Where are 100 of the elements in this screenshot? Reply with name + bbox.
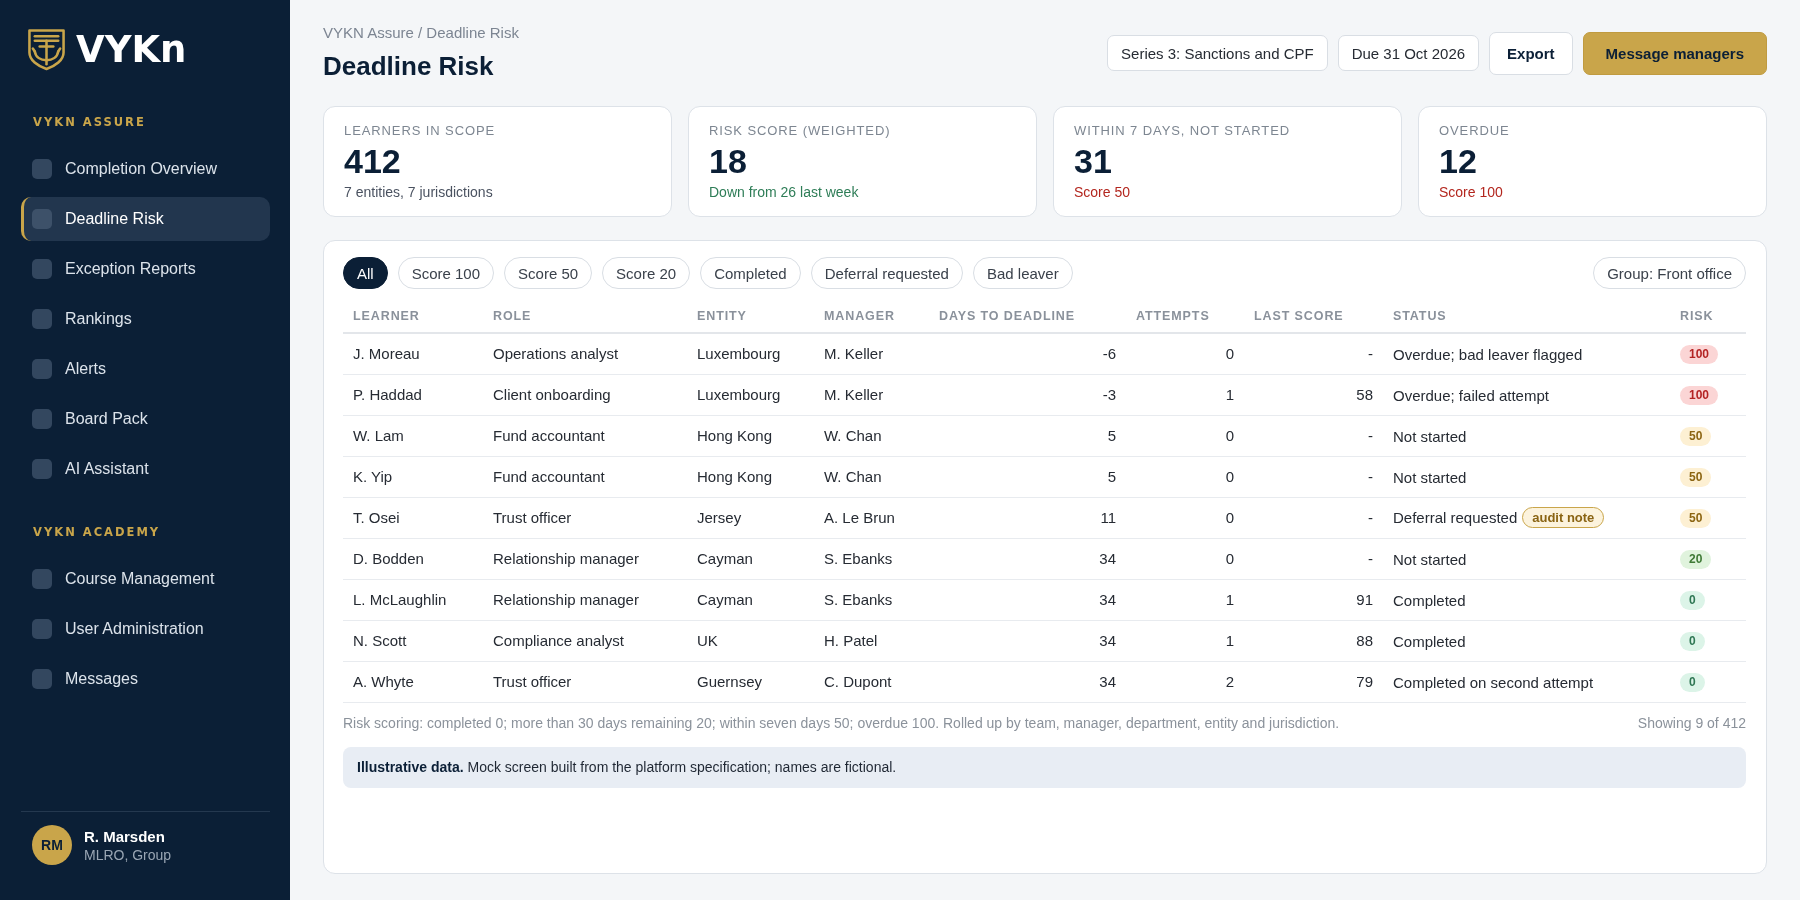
table-cell: A. Le Brun <box>814 497 929 538</box>
table-cell: S. Ebanks <box>814 579 929 620</box>
table-cell: Jersey <box>687 497 814 538</box>
nav-square-icon <box>32 409 52 429</box>
filter-chip[interactable]: Score 20 <box>602 257 691 289</box>
page-title: Deadline Risk <box>323 50 494 82</box>
nav-item[interactable]: Board Pack <box>21 397 270 441</box>
table-cell: 0 <box>1126 415 1244 456</box>
table-cell: - <box>1244 456 1383 497</box>
column-header: MANAGER <box>814 300 929 333</box>
notice-banner: Illustrative data. Mock screen built from the platform specification; names are fictional. <box>343 746 1746 788</box>
table-cell: 91 <box>1244 579 1383 620</box>
table-cell: 88 <box>1244 620 1383 661</box>
table-cell: C. Dupont <box>814 661 929 702</box>
column-header: ENTITY <box>687 300 814 333</box>
column-header: ATTEMPTS <box>1126 300 1244 333</box>
table-cell: Fund accountant <box>483 456 687 497</box>
stat-note: Down from 26 last week <box>709 183 859 201</box>
stat-value: 31 <box>1074 141 1112 181</box>
table-cell: Overdue; failed attempt <box>1393 386 1549 404</box>
scoring-note: Risk scoring: completed 0; more than 30 days remaining 20; within seven days 50; overdue 100. Rolled up by team, manager, department, entity and jurisdiction. <box>343 713 1340 732</box>
avatar-initials: RM <box>32 825 72 865</box>
risk-badge: 50 <box>1680 508 1712 528</box>
stat-label: WITHIN 7 DAYS, NOT STARTED <box>1074 123 1290 139</box>
risk-badge: 100 <box>1680 385 1719 405</box>
filter-chip[interactable]: Deferral requested <box>810 257 963 289</box>
export-button[interactable]: Export <box>1489 31 1573 75</box>
table-cell: Operations analyst <box>483 333 687 374</box>
filter-chip[interactable]: Score 50 <box>504 257 593 289</box>
risk-badge: 100 <box>1680 344 1719 364</box>
stat-note: Score 50 <box>1074 183 1131 201</box>
table-cell: 1 <box>1126 374 1244 415</box>
nav-item[interactable]: Rankings <box>21 297 270 341</box>
risk-badge: 0 <box>1680 590 1705 610</box>
table-cell: 5 <box>929 415 1126 456</box>
table-cell: Cayman <box>687 538 814 579</box>
table-cell: -3 <box>929 374 1126 415</box>
stat-value: 412 <box>344 141 401 181</box>
filter-chip[interactable]: Bad leaver <box>972 257 1073 289</box>
table-cell: 2 <box>1126 661 1244 702</box>
nav-square-icon <box>32 619 52 639</box>
stat-value: 12 <box>1439 141 1477 181</box>
risk-badge: 50 <box>1680 426 1712 446</box>
table-cell: Not started <box>1393 550 1467 568</box>
nav-item[interactable]: Messages <box>21 657 270 701</box>
table-cell: 1 <box>1126 579 1244 620</box>
column-header: RISK <box>1670 300 1746 333</box>
table-cell: M. Keller <box>814 374 929 415</box>
stat-label: OVERDUE <box>1439 123 1510 139</box>
row-count: Showing 9 of 412 <box>1637 713 1746 732</box>
nav-square-icon <box>32 209 52 229</box>
table-cell: - <box>1244 497 1383 538</box>
table-cell: Not started <box>1393 427 1467 445</box>
filter-chip[interactable]: Completed <box>700 257 801 289</box>
nav-square-icon <box>32 259 52 279</box>
nav-square-icon <box>32 309 52 329</box>
risk-badge: 0 <box>1680 631 1705 651</box>
message-button[interactable]: Message managers <box>1582 31 1767 75</box>
filter-select-button[interactable]: Series 3: Sanctions and CPF <box>1107 35 1328 71</box>
group-filter-button[interactable]: Group: Front office <box>1593 257 1746 289</box>
table-cell: Not started <box>1393 468 1467 486</box>
table-cell: Completed <box>1393 632 1466 650</box>
nav-square-icon <box>32 459 52 479</box>
nav-item[interactable]: Deadline Risk <box>21 197 270 241</box>
table-cell: 34 <box>929 620 1126 661</box>
table-cell: Cayman <box>687 579 814 620</box>
breadcrumb: VYKN Assure / Deadline Risk <box>323 24 519 42</box>
table-cell: 1 <box>1126 620 1244 661</box>
table-cell: - <box>1244 538 1383 579</box>
shield-logo-icon <box>27 28 66 71</box>
nav-section-heading: VYKN ASSURE <box>33 114 146 130</box>
table-cell: S. Ebanks <box>814 538 929 579</box>
filter-chip[interactable]: Score 100 <box>397 257 495 289</box>
table-cell: W. Lam <box>343 415 483 456</box>
table-cell: 5 <box>929 456 1126 497</box>
table-cell: Relationship manager <box>483 579 687 620</box>
table-cell: Compliance analyst <box>483 620 687 661</box>
table-cell: 34 <box>929 579 1126 620</box>
nav-square-icon <box>32 159 52 179</box>
risk-badge: 20 <box>1680 549 1712 569</box>
filter-select-button[interactable]: Due 31 Oct 2026 <box>1337 35 1480 71</box>
column-header: DAYS TO DEADLINE <box>929 300 1126 333</box>
table-cell: Hong Kong <box>687 415 814 456</box>
nav-item[interactable]: Exception Reports <box>21 247 270 291</box>
nav-item[interactable]: Alerts <box>21 347 270 391</box>
table-cell: 0 <box>1126 333 1244 374</box>
table-cell: Fund accountant <box>483 415 687 456</box>
logo-wordmark: VYKn <box>76 29 187 70</box>
risk-badge: 50 <box>1680 467 1712 487</box>
nav-item[interactable]: Completion Overview <box>21 147 270 191</box>
nav-item[interactable]: AI Assistant <box>21 447 270 491</box>
filter-chip[interactable]: All <box>343 257 388 289</box>
nav-item[interactable]: Course Management <box>21 557 270 601</box>
column-header: STATUS <box>1383 300 1670 333</box>
table-cell: Relationship manager <box>483 538 687 579</box>
table-cell: K. Yip <box>343 456 483 497</box>
nav-square-icon <box>32 359 52 379</box>
nav-item[interactable]: User Administration <box>21 607 270 651</box>
table-cell: L. McLaughlin <box>343 579 483 620</box>
risk-badge: 0 <box>1680 672 1705 692</box>
